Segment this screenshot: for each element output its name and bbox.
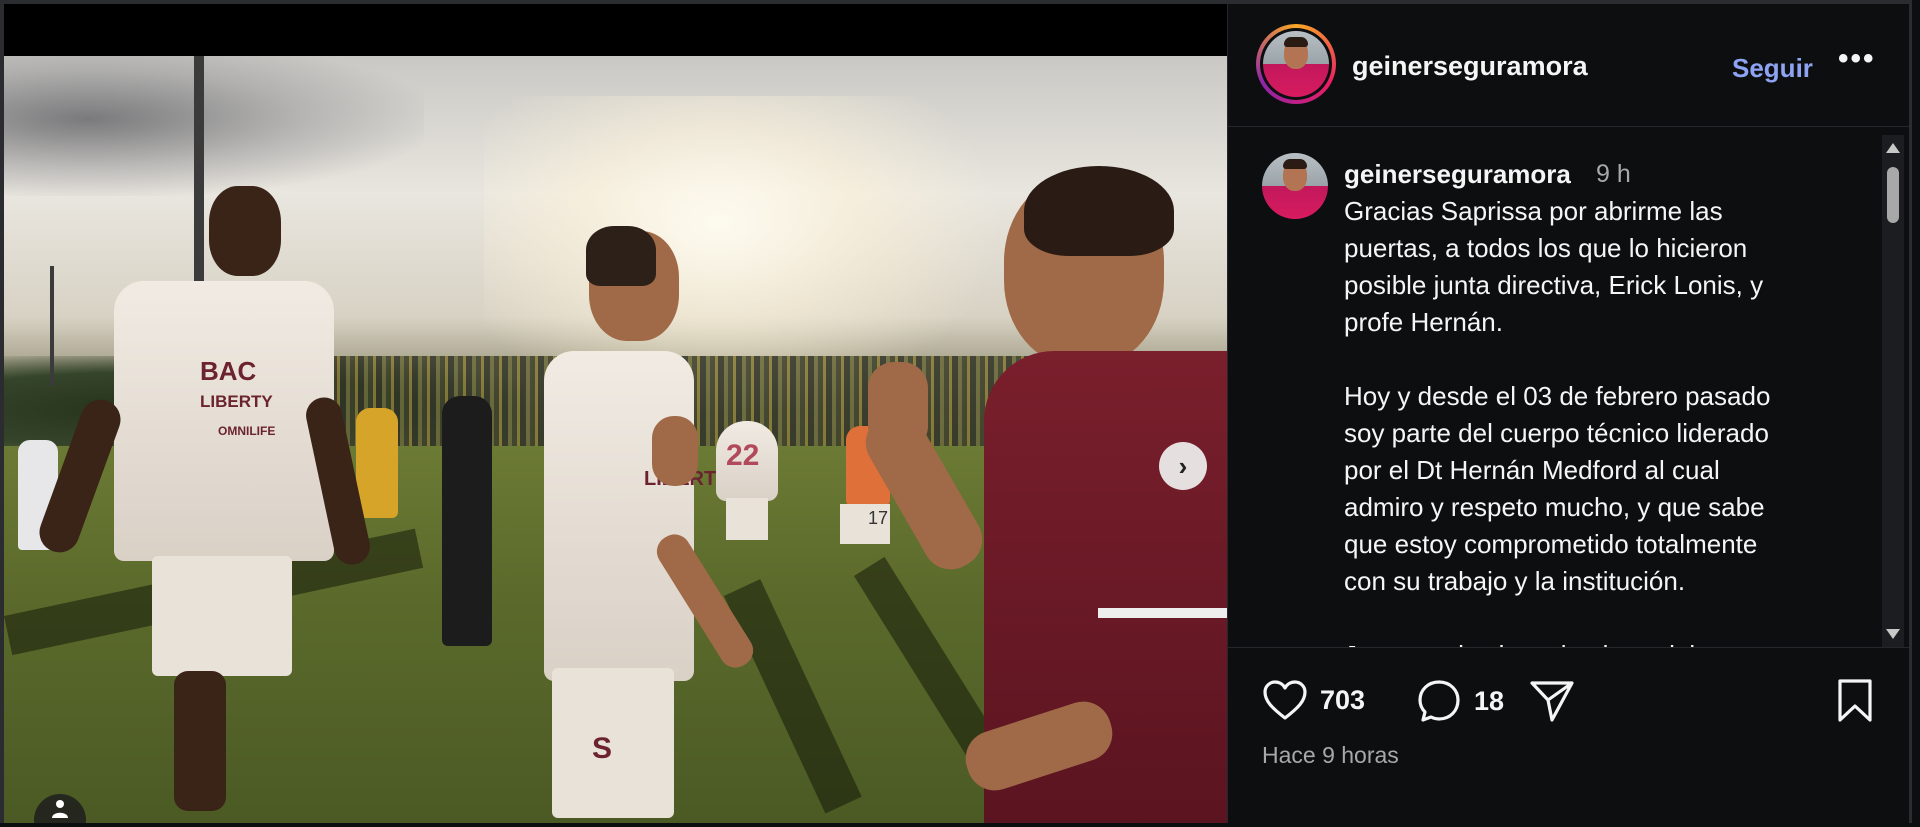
post-sidebar: geinerseguramora Seguir ••• geinersegura… xyxy=(1227,4,1909,823)
photo-player-22-shorts xyxy=(726,498,768,540)
heart-icon xyxy=(1263,680,1307,720)
comment-bubble-icon xyxy=(1418,680,1460,722)
avatar-hair xyxy=(1284,37,1308,47)
post-header: geinerseguramora Seguir ••• xyxy=(1228,4,1909,127)
follow-button[interactable]: Seguir xyxy=(1732,53,1813,84)
next-photo-button[interactable]: › xyxy=(1159,442,1207,490)
story-ring[interactable] xyxy=(1256,24,1336,104)
photo-player-left-leg xyxy=(174,671,226,811)
photo-player-left-shirt xyxy=(114,281,334,561)
photo-player-mid-shorts xyxy=(552,668,674,818)
photo-player-mid-shirt xyxy=(544,351,694,681)
comments-section: geinerseguramora 9 h Gracias Saprissa po… xyxy=(1228,127,1909,648)
photo-coach-hair xyxy=(1024,166,1174,256)
caption-avatar[interactable] xyxy=(1262,153,1328,219)
photo-opponent-player xyxy=(356,408,398,518)
photo-player-17-number: 17 xyxy=(868,508,889,528)
photo-player-mid-shorts-logo: S xyxy=(592,732,613,765)
caption-time[interactable]: 9 h xyxy=(1596,160,1631,189)
caption-text: Gracias Saprissa por abrirme las puertas… xyxy=(1344,196,1782,647)
photo-player-mid-hair xyxy=(586,226,656,286)
caption-username[interactable]: geinerseguramora xyxy=(1344,159,1571,190)
photo-jersey-bac: BAC xyxy=(200,356,257,386)
post-media: 22 17 BAC LIBERTY OMNILIFE LIBERT S xyxy=(4,4,1227,823)
photo-player-left-shorts xyxy=(152,556,292,676)
scroll-down-arrow-icon[interactable] xyxy=(1886,629,1900,639)
more-options-button[interactable]: ••• xyxy=(1838,42,1876,76)
user-tag-icon xyxy=(52,800,68,818)
avatar-hair xyxy=(1283,159,1307,169)
avatar-border xyxy=(1260,28,1332,100)
avatar xyxy=(1263,31,1329,97)
save-button[interactable] xyxy=(1836,678,1874,724)
photo-jersey-liberty: LIBERTY xyxy=(200,392,273,411)
photo-coach-hand xyxy=(868,362,928,452)
photo-jersey-omnilife: OMNILIFE xyxy=(218,424,276,438)
photo-player-mid-hand xyxy=(652,416,698,486)
photo-player-left-head xyxy=(209,186,281,276)
photo-referee xyxy=(442,396,492,646)
comments-scrollbar[interactable] xyxy=(1882,135,1904,647)
scroll-up-arrow-icon[interactable] xyxy=(1886,143,1900,153)
like-button[interactable]: 703 xyxy=(1262,679,1365,721)
post-photo[interactable]: 22 17 BAC LIBERTY OMNILIFE LIBERT S xyxy=(4,56,1227,823)
photo-coach-sleeve-stripe xyxy=(1098,608,1227,618)
comment-button[interactable]: 18 xyxy=(1416,678,1504,724)
like-count[interactable]: 703 xyxy=(1320,685,1365,716)
bookmark-icon xyxy=(1838,679,1872,722)
post-timestamp[interactable]: Hace 9 horas xyxy=(1262,742,1399,769)
photo-antenna xyxy=(50,266,54,386)
share-button[interactable] xyxy=(1528,678,1576,724)
photo-clouds xyxy=(4,56,424,196)
paper-plane-icon xyxy=(1530,681,1574,722)
scrollbar-thumb[interactable] xyxy=(1887,167,1899,223)
post-actions: 703 18 xyxy=(1228,654,1909,754)
photo-player-22-number: 22 xyxy=(726,439,760,472)
chevron-right-icon: › xyxy=(1178,450,1188,481)
header-username[interactable]: geinerseguramora xyxy=(1352,51,1588,82)
comment-count[interactable]: 18 xyxy=(1474,686,1504,717)
